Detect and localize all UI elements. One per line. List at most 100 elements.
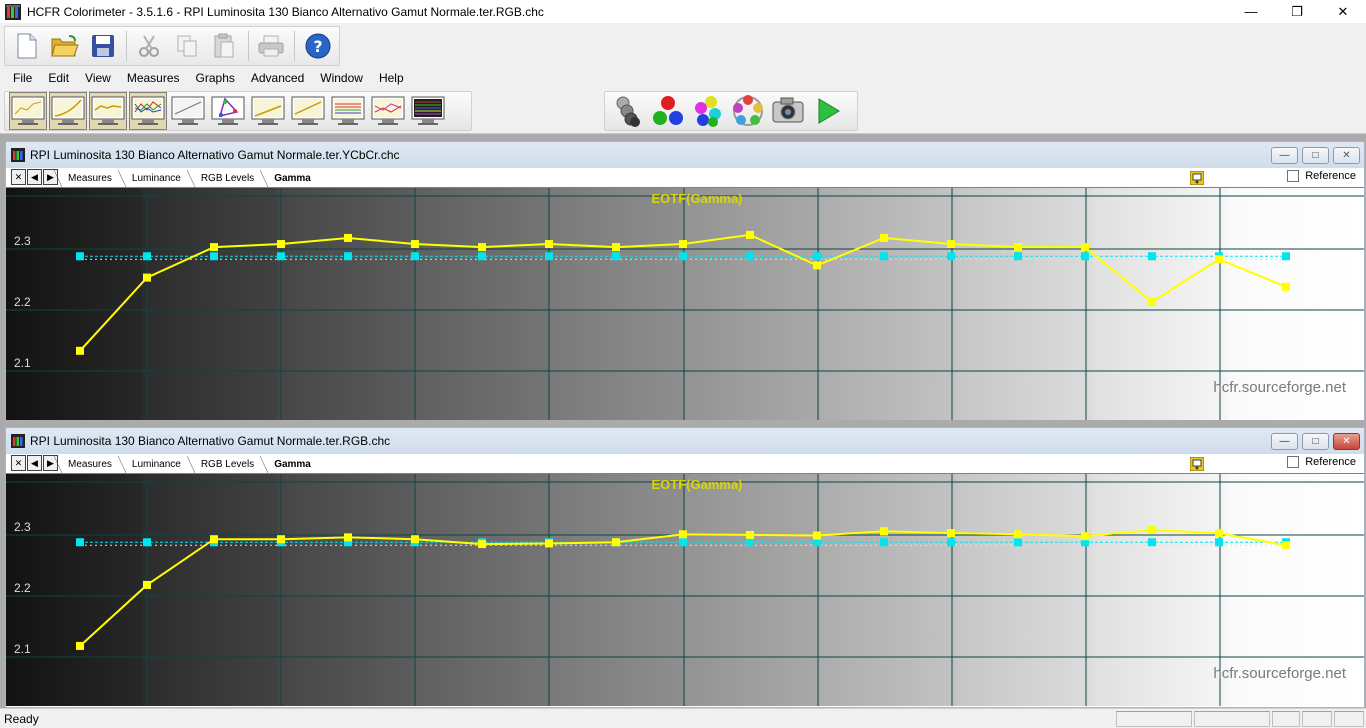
chart-background-band — [956, 474, 1094, 706]
status-text: Ready — [4, 711, 39, 726]
gamma-point — [1282, 541, 1290, 550]
reference-point — [947, 538, 955, 547]
child-close-button[interactable]: ✕ — [1333, 432, 1360, 450]
gamma-point — [76, 346, 84, 355]
graph-cie-chart-monitor-icon[interactable] — [209, 92, 247, 130]
graph-options-icon[interactable] — [1190, 171, 1204, 185]
measure-primaries-icon[interactable] — [649, 92, 687, 130]
cut-icon[interactable] — [133, 29, 166, 63]
reference-point — [947, 252, 955, 261]
camera-icon[interactable] — [769, 92, 807, 130]
graph-saturation-colortemp-monitor-icon[interactable] — [369, 92, 407, 130]
graph-rgb-levels-monitor-icon[interactable] — [129, 92, 167, 130]
graph-color-temp-monitor-icon[interactable] — [169, 92, 207, 130]
measure-secondaries-icon[interactable] — [689, 92, 727, 130]
tab-rgb-levels[interactable]: RGB Levels — [186, 170, 264, 187]
y-tick-label: 2.2 — [14, 295, 31, 309]
measure-saturations-icon[interactable] — [729, 92, 767, 130]
child-maximize-button[interactable]: □ — [1302, 432, 1329, 450]
reference-point — [746, 252, 754, 261]
child-window-ycbcr: RPI Luminosita 130 Bianco Alternativo Ga… — [5, 141, 1365, 420]
menu-window[interactable]: Window — [312, 71, 371, 85]
menu-help[interactable]: Help — [371, 71, 412, 85]
chart-background-band — [685, 188, 822, 420]
menu-edit[interactable]: Edit — [40, 71, 77, 85]
tab-close-nav-button[interactable]: ✕ — [11, 169, 26, 185]
tab-strip: ✕ ◀ ▶ Measures Luminance RGB Levels Gamm… — [6, 454, 1364, 474]
gamma-point — [210, 243, 218, 252]
tab-rgb-levels[interactable]: RGB Levels — [186, 456, 264, 473]
tab-gamma[interactable]: Gamma — [260, 170, 321, 187]
menu-advanced[interactable]: Advanced — [243, 71, 312, 85]
print-icon[interactable] — [255, 29, 288, 63]
tab-gamma[interactable]: Gamma — [260, 456, 321, 473]
reference-label: Reference — [1305, 456, 1356, 468]
menu-graphs[interactable]: Graphs — [188, 71, 243, 85]
measure-gray-scale-icon[interactable] — [609, 92, 647, 130]
chart-background-band — [1092, 474, 1230, 706]
child-minimize-button[interactable]: — — [1271, 432, 1298, 450]
gamma-chart: 2.3 2.2 2.1 EOTF(Gamma) hcfr.sourceforge.net — [6, 474, 1364, 706]
gamma-point — [277, 240, 285, 249]
tab-prev-button[interactable]: ◀ — [27, 455, 42, 471]
chart-background-band — [413, 188, 551, 420]
graph-options-icon[interactable] — [1190, 457, 1204, 471]
help-icon[interactable]: ? — [301, 29, 334, 63]
tab-measures[interactable]: Measures — [54, 456, 122, 473]
gamma-point — [277, 535, 285, 544]
maximize-button[interactable]: ❐ — [1274, 0, 1320, 23]
paste-icon[interactable] — [208, 29, 241, 63]
gamma-point — [1215, 255, 1223, 264]
tab-close-nav-button[interactable]: ✕ — [11, 455, 26, 471]
gamma-point — [880, 527, 888, 536]
copy-icon[interactable] — [171, 29, 204, 63]
gamma-point — [1014, 243, 1022, 252]
menu-view[interactable]: View — [77, 71, 119, 85]
gamma-point — [1282, 282, 1290, 291]
child-maximize-button[interactable]: □ — [1302, 146, 1329, 164]
save-icon[interactable] — [86, 29, 119, 63]
child-title-bar: RPI Luminosita 130 Bianco Alternativo Ga… — [6, 142, 1364, 168]
close-button[interactable]: ✕ — [1320, 0, 1366, 23]
window-title: HCFR Colorimeter - 3.5.1.6 - RPI Luminos… — [27, 4, 544, 19]
reference-point — [143, 252, 151, 261]
graphs-toolbar — [0, 88, 1366, 134]
reference-point — [1282, 252, 1290, 261]
child-title: RPI Luminosita 130 Bianco Alternativo Ga… — [30, 434, 391, 448]
gamma-point — [545, 539, 553, 548]
child-minimize-button[interactable]: — — [1271, 146, 1298, 164]
reference-point — [880, 538, 888, 547]
gamma-point — [813, 261, 821, 270]
status-bar: Ready — [0, 708, 1366, 728]
chart-background-band — [277, 188, 415, 420]
gamma-point — [746, 230, 754, 239]
minimize-button[interactable]: — — [1228, 0, 1274, 23]
menu-file[interactable]: File — [5, 71, 40, 85]
graph-saturation-luminance-monitor-icon[interactable] — [249, 92, 287, 130]
new-file-icon[interactable] — [11, 29, 44, 63]
hcfr-app-icon — [5, 3, 21, 20]
hcfr-document-icon — [11, 148, 25, 162]
tab-measures[interactable]: Measures — [54, 170, 122, 187]
graph-saturation-rgb-monitor-icon[interactable] — [329, 92, 367, 130]
tab-luminance[interactable]: Luminance — [117, 170, 191, 187]
graph-luminance-monitor-icon[interactable] — [49, 92, 87, 130]
open-folder-icon[interactable] — [49, 29, 82, 63]
graph-measures-monitor-icon[interactable] — [9, 92, 47, 130]
graph-saturation-all-monitor-icon[interactable] — [409, 92, 447, 130]
child-close-button[interactable]: ✕ — [1333, 146, 1360, 164]
reference-point — [1215, 538, 1223, 547]
reference-checkbox[interactable] — [1287, 456, 1300, 468]
chart-background-band — [956, 188, 1094, 420]
reference-checkbox[interactable] — [1287, 170, 1300, 182]
standard-toolbar: ? — [0, 23, 1366, 68]
graph-gamma-monitor-icon[interactable] — [89, 92, 127, 130]
gamma-point — [612, 243, 620, 252]
tab-luminance[interactable]: Luminance — [117, 456, 191, 473]
gamma-point — [143, 273, 151, 282]
play-continuous-icon[interactable] — [809, 92, 847, 130]
tab-prev-button[interactable]: ◀ — [27, 169, 42, 185]
graph-saturation-shift-monitor-icon[interactable] — [289, 92, 327, 130]
reference-point — [679, 538, 687, 547]
menu-measures[interactable]: Measures — [119, 71, 188, 85]
